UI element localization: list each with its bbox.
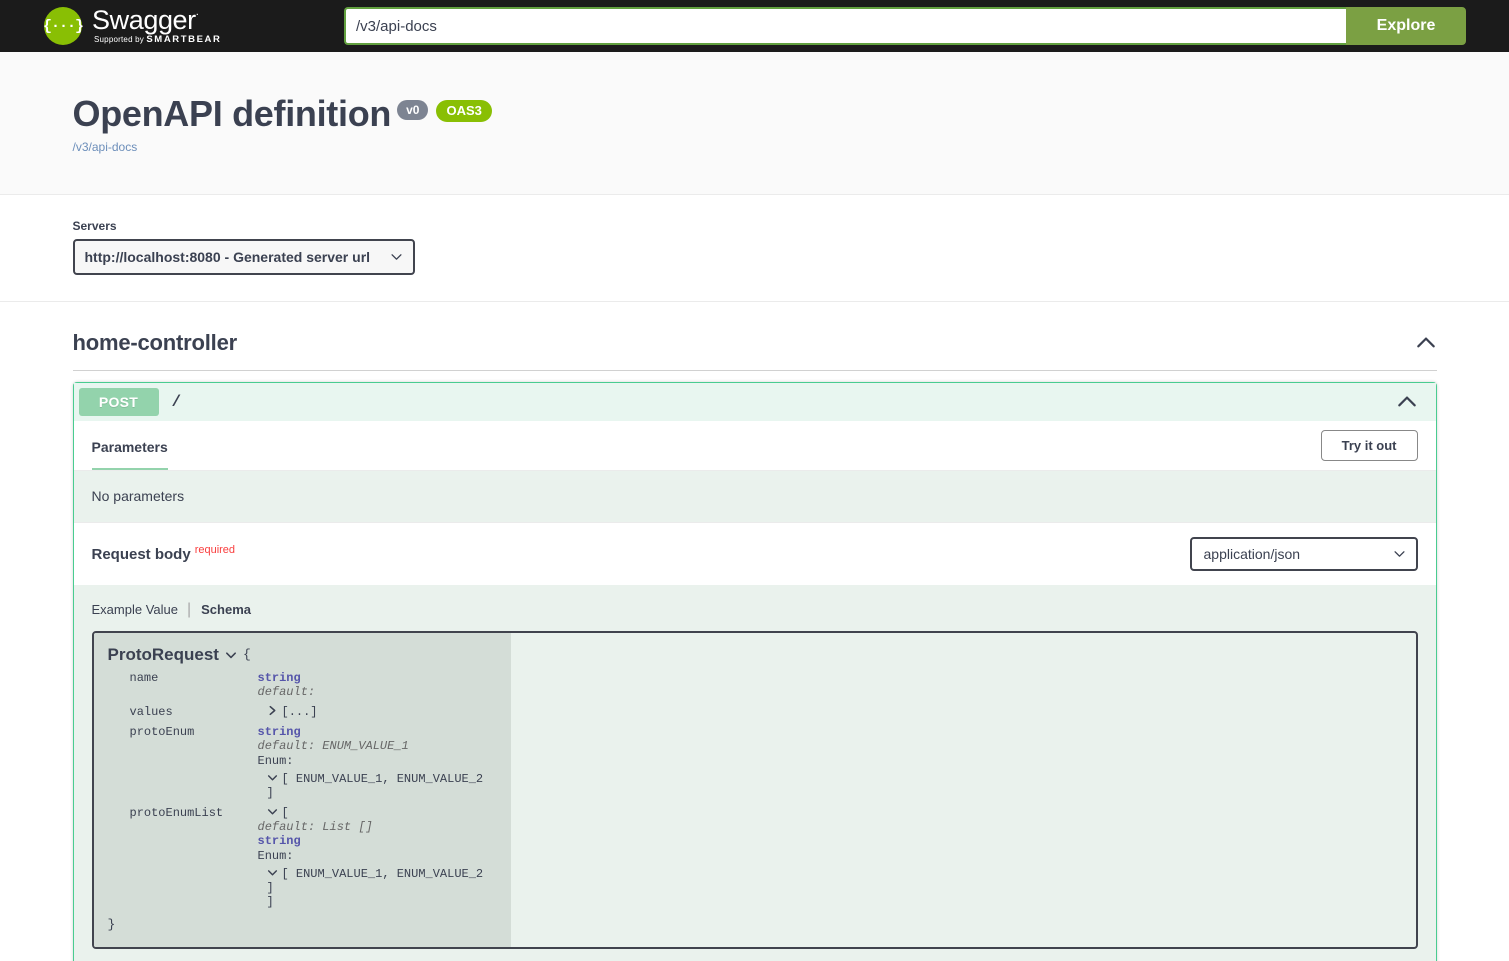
property-default: default: List []: [257, 820, 373, 835]
content-type-select[interactable]: application/json: [1189, 536, 1418, 571]
chevron-down-icon[interactable]: [267, 772, 278, 783]
servers-section: Servers http://localhost:8080 - Generate…: [0, 194, 1509, 302]
property-row: protoEnumList [ default: List [] string …: [108, 806, 497, 909]
example-schema-tabs: Example Value | Schema: [92, 597, 1418, 631]
tab-parameters[interactable]: Parameters: [91, 421, 168, 470]
property-value: [ default: List [] string Enum: [ ENUM_V…: [258, 806, 497, 909]
logo-trademark: .: [195, 6, 199, 19]
tag-header[interactable]: home-controller: [72, 329, 1437, 371]
property-name: values: [129, 705, 173, 720]
operation-summary[interactable]: POST /: [73, 382, 1436, 421]
property-row: protoEnum string default: ENUM_VALUE_1 E…: [108, 725, 497, 800]
property-row: name string default:: [108, 671, 497, 699]
chevron-down-icon[interactable]: [267, 806, 278, 817]
chevron-down-icon[interactable]: [267, 867, 278, 878]
page-title: OpenAPI definition: [72, 93, 392, 134]
property-name: protoEnum: [129, 725, 195, 740]
logo-wordmark: Swagger: [92, 5, 196, 36]
swagger-braces-icon: {···}: [43, 7, 84, 45]
api-docs-link[interactable]: /v3/api-docs: [73, 140, 1437, 154]
page-title-row: OpenAPI definition v0 OAS3: [73, 94, 1437, 134]
schema-model-content: ProtoRequest { name string default: valu…: [93, 632, 511, 947]
chevron-right-icon[interactable]: [267, 705, 278, 716]
tab-schema[interactable]: Schema: [191, 602, 251, 617]
enum-label: Enum:: [257, 753, 294, 768]
model-name: ProtoRequest: [107, 644, 219, 664]
try-it-out-button[interactable]: Try it out: [1320, 429, 1418, 461]
no-parameters-text: No parameters: [73, 470, 1436, 522]
request-body-row: Request body required application/json: [73, 521, 1436, 585]
required-badge: required: [194, 544, 236, 557]
operation-body: Parameters Try it out No parameters Requ…: [73, 420, 1436, 961]
logo-smartbear: SMARTBEAR: [146, 34, 222, 46]
enum-values: [ ENUM_VALUE_1, ENUM_VALUE_2 ]: [266, 866, 484, 895]
operation-post-root: POST / Parameters Try it out No paramete…: [72, 381, 1437, 961]
property-value: [...]: [258, 705, 497, 719]
server-select[interactable]: http://localhost:8080 - Generated server…: [72, 238, 415, 275]
enum-label: Enum:: [257, 848, 294, 863]
version-badge: v0: [397, 100, 429, 121]
tag-name: home-controller: [72, 329, 238, 355]
tab-example-value[interactable]: Example Value: [92, 602, 187, 617]
request-body-label: Request body required: [92, 544, 236, 563]
chevron-down-icon[interactable]: [225, 649, 237, 661]
info-section: OpenAPI definition v0 OAS3 /v3/api-docs: [0, 52, 1509, 195]
api-url-input[interactable]: [344, 7, 1346, 45]
array-open-bracket: [: [281, 806, 289, 821]
property-value: string default:: [258, 671, 497, 699]
property-type: string: [257, 670, 301, 685]
model-close-brace: }: [107, 917, 116, 933]
oas-badge: OAS3: [436, 100, 492, 122]
explore-form: Explore: [344, 7, 1466, 45]
request-body-title: Request body: [91, 546, 191, 564]
logo-supported-by: Supported by: [94, 35, 144, 45]
model-title-row[interactable]: ProtoRequest {: [108, 645, 497, 665]
servers-label: Servers: [72, 218, 117, 233]
chevron-up-icon[interactable]: [1396, 391, 1418, 413]
property-default: default:: [257, 684, 316, 699]
http-method-badge: POST: [78, 387, 159, 416]
property-value: string default: ENUM_VALUE_1 Enum: [ ENU…: [258, 725, 497, 800]
tag-section-home-controller: home-controller POST / Parameters Try it…: [25, 302, 1485, 961]
property-type: string: [257, 834, 301, 849]
top-bar: {···} Swagger. Supported by SMARTBEAR Ex…: [0, 0, 1509, 52]
explore-button[interactable]: Explore: [1346, 7, 1466, 45]
array-close-bracket: ]: [266, 895, 274, 910]
parameters-tab-row: Parameters Try it out: [73, 420, 1436, 471]
model-open-brace: {: [242, 647, 251, 663]
chevron-up-icon[interactable]: [1415, 332, 1437, 354]
enum-values: [ ENUM_VALUE_1, ENUM_VALUE_2 ]: [266, 771, 484, 800]
property-type: string: [257, 725, 301, 740]
property-row: values [...]: [108, 705, 497, 719]
swagger-logo[interactable]: {···} Swagger. Supported by SMARTBEAR: [43, 5, 222, 46]
operation-path: /: [171, 392, 182, 411]
property-name: name: [129, 670, 159, 685]
schema-model-box: ProtoRequest { name string default: valu…: [91, 630, 1418, 949]
collapsed-array: [...]: [281, 705, 318, 720]
property-name: protoEnumList: [129, 806, 224, 821]
property-default: default: ENUM_VALUE_1: [257, 739, 409, 754]
request-body-panel: Example Value | Schema ProtoRequest {na…: [73, 584, 1436, 961]
